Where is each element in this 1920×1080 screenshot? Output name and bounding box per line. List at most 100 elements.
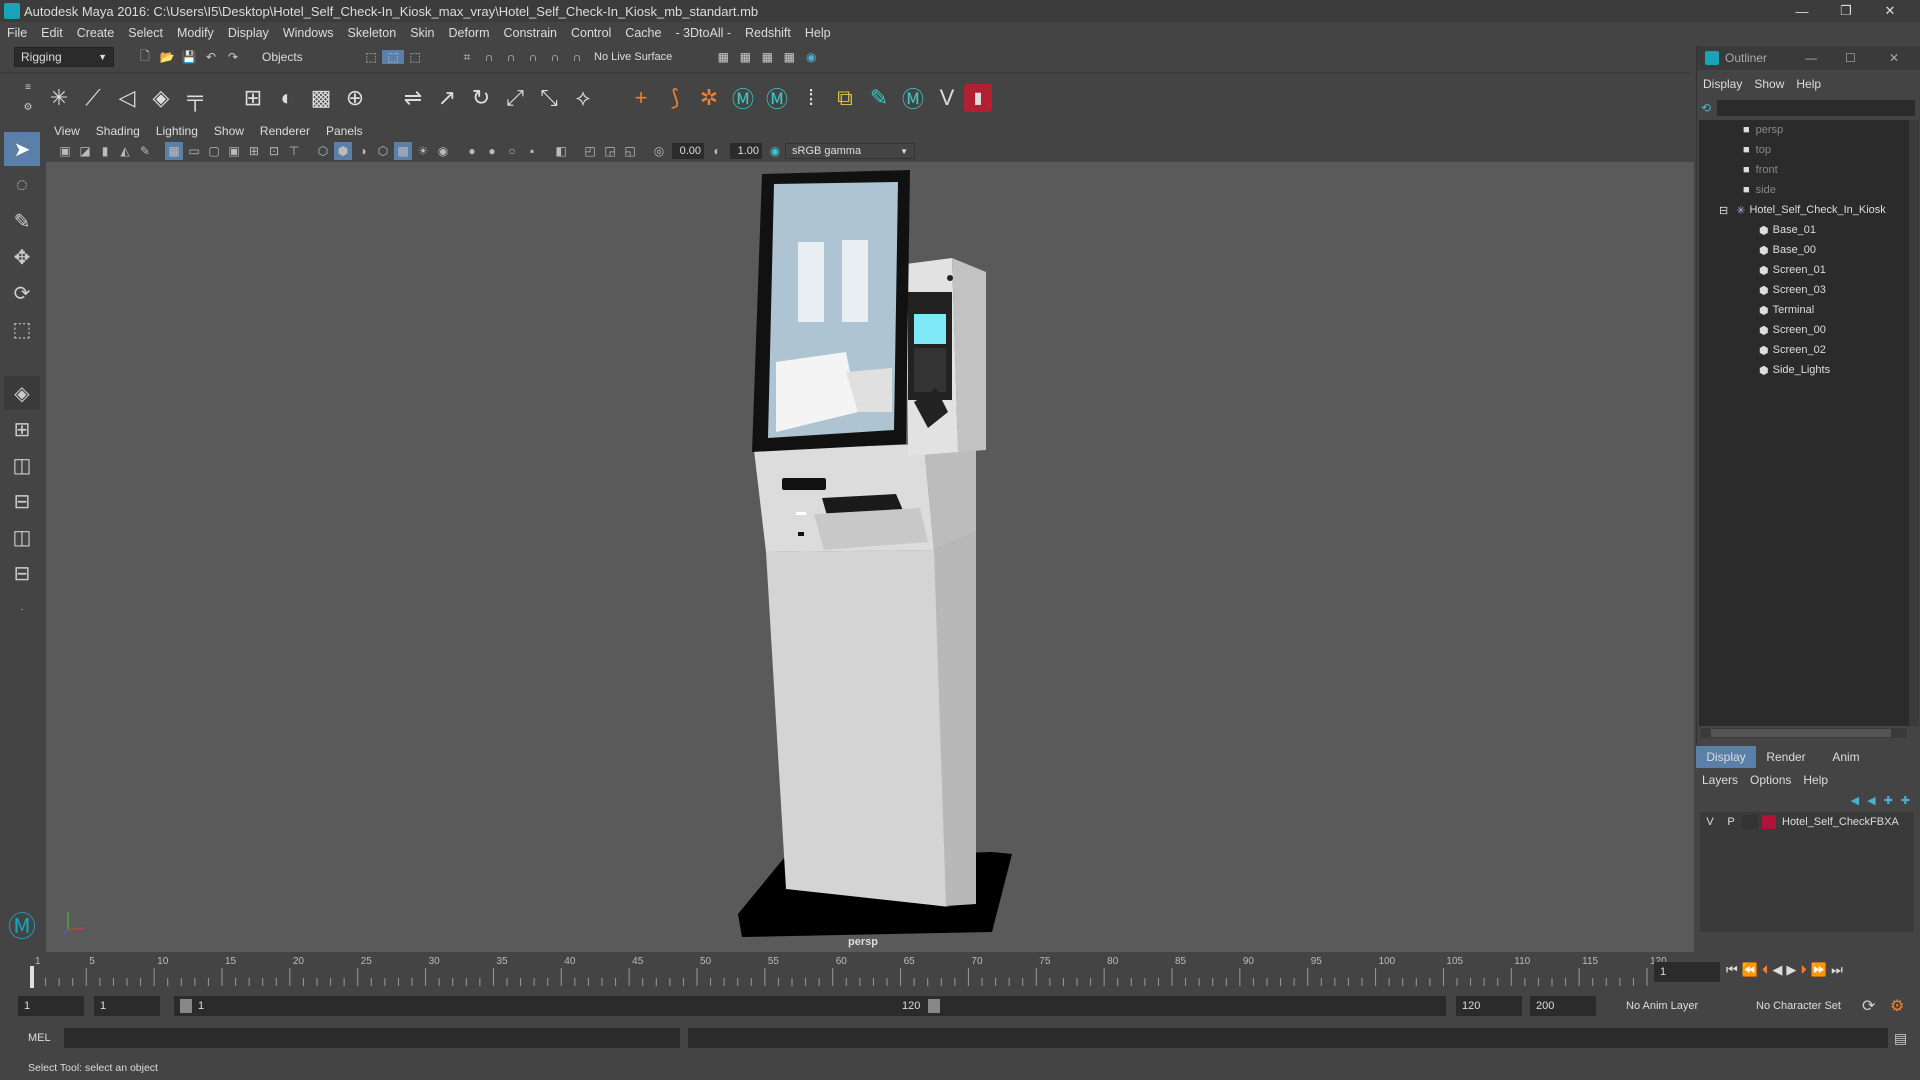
outliner-camera-row[interactable]: ■ side (1699, 180, 1909, 200)
render-settings-icon[interactable]: ▦ (756, 50, 778, 64)
bar-chart-icon[interactable]: ▮ (964, 83, 992, 112)
menu-file[interactable]: File (7, 26, 27, 40)
outliner-mesh-row[interactable]: ⬢ Screen_00 (1699, 320, 1909, 340)
panel-menu-shading[interactable]: Shading (96, 124, 140, 138)
default-material-icon[interactable]: ◑ (354, 142, 372, 160)
outliner-camera-row[interactable]: ■ top (1699, 140, 1909, 160)
gamma-field[interactable]: 1.00 (730, 143, 762, 159)
outliner-search-input[interactable] (1717, 100, 1915, 116)
preferences-icon[interactable]: ⚙ (1890, 996, 1904, 1016)
exposure-icon[interactable]: ◎ (650, 142, 668, 160)
panel-menu-renderer[interactable]: Renderer (260, 124, 310, 138)
select-tool-icon[interactable]: ➤ (4, 132, 40, 166)
range-bar[interactable]: 1 120 (174, 996, 1446, 1016)
safe-action-icon[interactable]: ⊡ (265, 142, 283, 160)
snap-point-icon[interactable]: ∩ (500, 50, 522, 64)
render-frame-icon[interactable]: ▦ (712, 50, 734, 64)
outliner-mesh-row[interactable]: ⬢ Screen_01 (1699, 260, 1909, 280)
command-input[interactable] (64, 1028, 680, 1048)
isolate-select-icon[interactable]: ◧ (552, 142, 570, 160)
redo-icon[interactable]: ↷ (222, 50, 244, 64)
panel-menu-lighting[interactable]: Lighting (156, 124, 198, 138)
menu-constrain[interactable]: Constrain (504, 26, 558, 40)
film-gate-icon[interactable]: ▭ (185, 142, 203, 160)
muscle-icon[interactable]: Ⓜ (896, 81, 930, 115)
wireframe-on-shaded-icon[interactable]: ⬡ (374, 142, 392, 160)
outliner-tree[interactable]: ■ persp ■ top ■ front ■ side ⊟ ✳ Hotel_Self_Ch… (1699, 120, 1909, 726)
menu-3dtoall[interactable]: - 3DtoAll - (675, 26, 731, 40)
auto-key-icon[interactable]: ⟳ (1862, 996, 1875, 1016)
aim-constraint-icon[interactable]: ↗ (430, 81, 464, 115)
screen-space-ao-icon[interactable]: ● (463, 142, 481, 160)
minimize-button[interactable]: — (1780, 0, 1824, 22)
new-layer-icon[interactable]: ✚ (1884, 794, 1893, 807)
playback-start-field[interactable]: 1 (94, 996, 160, 1016)
wireframe-icon[interactable]: ⬡ (314, 142, 332, 160)
outliner-mesh-row[interactable]: ⬢ Base_00 (1699, 240, 1909, 260)
new-layer-selected-icon[interactable]: ✚ (1901, 794, 1910, 807)
close-button[interactable]: ✕ (1868, 0, 1912, 22)
panel-menu-view[interactable]: View (54, 124, 80, 138)
orient-joint-icon[interactable]: ╤ (178, 81, 212, 115)
move-layer-up-icon[interactable]: ◀ (1851, 794, 1859, 807)
select-hierarchy-icon[interactable]: ⬚ (360, 50, 382, 64)
play-forward-icon[interactable]: ▶ (1786, 962, 1796, 978)
smooth-bind-icon[interactable]: ◐ (270, 81, 304, 115)
step-back-key-icon[interactable]: ⏴ (1762, 962, 1769, 978)
layer-type-toggle[interactable] (1742, 815, 1758, 829)
menu-display[interactable]: Display (228, 26, 269, 40)
step-back-icon[interactable]: ⏪ (1742, 962, 1758, 978)
paint-weights-icon[interactable]: Ⓜ (726, 81, 760, 115)
cluster-deform-icon[interactable]: ✲ (692, 81, 726, 115)
skin-weights-icon[interactable]: Ⓜ (760, 81, 794, 115)
collapse-icon[interactable]: ⊟ (1719, 204, 1728, 217)
tab-anim[interactable]: Anim (1816, 746, 1876, 768)
persp-hypershade-icon[interactable]: ⊟ (4, 556, 40, 590)
tab-render[interactable]: Render (1756, 746, 1816, 768)
bind-skin-icon[interactable]: ⊞ (236, 81, 270, 115)
scale-tool-icon[interactable]: ⬚ (4, 312, 40, 346)
select-object-icon[interactable]: ⬚ (382, 50, 404, 64)
step-forward-icon[interactable]: ⏩ (1811, 962, 1827, 978)
ipr-render-icon[interactable]: ▦ (734, 50, 756, 64)
outliner-camera-row[interactable]: ■ persp (1699, 120, 1909, 140)
ik-fk-icon[interactable]: ⟆ (658, 81, 692, 115)
anti-aliasing-icon[interactable]: ○ (503, 142, 521, 160)
menu-create[interactable]: Create (77, 26, 115, 40)
textured-icon[interactable]: ▩ (394, 142, 412, 160)
parent-constraint-icon[interactable]: ⤡ (532, 81, 566, 115)
pole-vector-icon[interactable]: ⟡ (566, 81, 600, 115)
hik-icon[interactable]: ⁞ (794, 81, 828, 115)
menu-edit[interactable]: Edit (41, 26, 63, 40)
maximize-button[interactable]: ❐ (1824, 0, 1868, 22)
viewport-persp[interactable]: persp (46, 162, 1694, 952)
open-scene-icon[interactable]: 📂 (156, 50, 178, 64)
move-tool-icon[interactable]: ✥ (4, 240, 40, 274)
select-component-icon[interactable]: ⬚ (404, 50, 426, 64)
shadows-icon[interactable]: ◉ (434, 142, 452, 160)
go-to-start-icon[interactable]: ⏮ (1726, 962, 1738, 978)
sculpt-icon[interactable]: ✎ (862, 81, 896, 115)
snap-live-icon[interactable]: ∩ (566, 50, 588, 64)
outliner-mesh-row[interactable]: ⬢ Side_Lights (1699, 360, 1909, 380)
lattice-icon[interactable]: ▩ (304, 81, 338, 115)
menu-cache[interactable]: Cache (625, 26, 661, 40)
current-time-marker[interactable] (30, 966, 34, 988)
outliner-mesh-row[interactable]: ⬢ Base_01 (1699, 220, 1909, 240)
ik-handle-icon[interactable]: ⟋ (76, 81, 110, 115)
outliner-maximize-button[interactable]: ☐ (1845, 51, 1856, 65)
hypershade-icon[interactable]: ▦ (778, 50, 800, 64)
step-forward-key-icon[interactable]: ⏵ (1800, 962, 1807, 978)
menu-redshift[interactable]: Redshift (745, 26, 791, 40)
persp-graph-icon[interactable]: ⊟ (4, 484, 40, 518)
resolution-gate-icon[interactable]: ▢ (205, 142, 223, 160)
toolbox-expand-icon[interactable]: · (4, 592, 40, 626)
outliner-menu-show[interactable]: Show (1754, 77, 1784, 91)
anim-layer-label[interactable]: No Anim Layer (1626, 1000, 1698, 1012)
menu-modify[interactable]: Modify (177, 26, 214, 40)
lasso-tool-icon[interactable]: ◌ (4, 168, 40, 202)
outliner-minimize-button[interactable]: — (1805, 51, 1817, 65)
outliner-menu-help[interactable]: Help (1796, 77, 1821, 91)
playback-end-field[interactable]: 120 (1456, 996, 1522, 1016)
safe-title-icon[interactable]: ⊤ (285, 142, 303, 160)
